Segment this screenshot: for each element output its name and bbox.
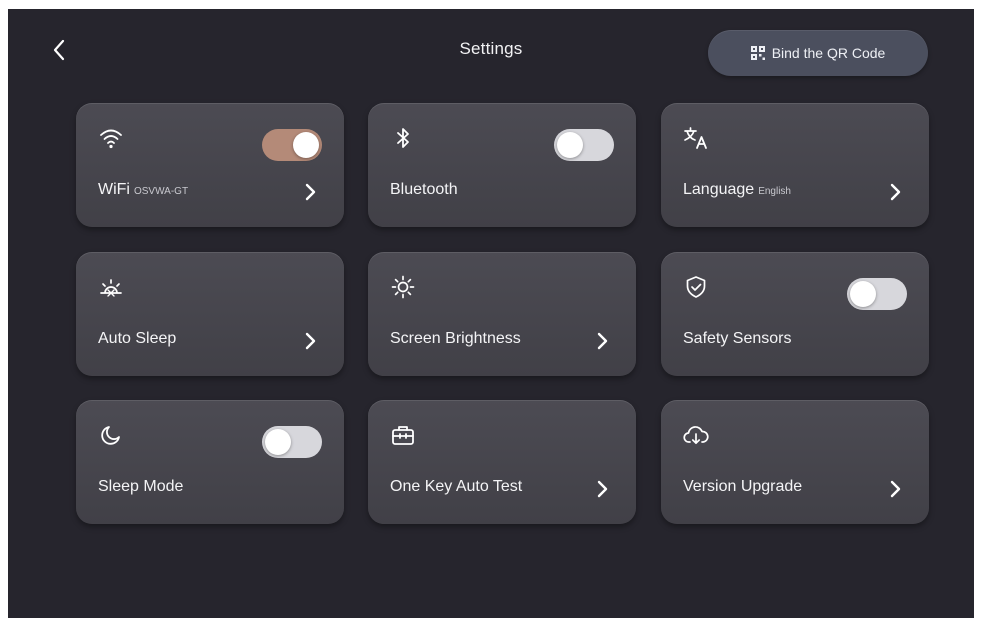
toggle-knob (265, 429, 291, 455)
wifi-network-name: OSVWA-GT (133, 186, 189, 197)
sleep-mode-toggle[interactable] (262, 426, 322, 458)
chevron-right-icon (302, 179, 318, 205)
translate-icon (683, 125, 709, 151)
card-wifi[interactable]: WiFi OSVWA-GT (76, 103, 344, 227)
brightness-icon (390, 274, 416, 300)
moon-icon (98, 422, 124, 448)
chevron-right-icon (302, 328, 318, 354)
card-language[interactable]: Language English (661, 103, 929, 227)
wifi-toggle[interactable] (262, 129, 322, 161)
card-auto-sleep[interactable]: Auto Sleep (76, 252, 344, 376)
chevron-right-icon (594, 328, 610, 354)
card-one-key-auto-test[interactable]: One Key Auto Test (368, 400, 636, 524)
chevron-right-icon (594, 476, 610, 502)
language-value: English (758, 186, 791, 197)
auto-sleep-label: Auto Sleep (98, 330, 177, 347)
sleep-mode-label: Sleep Mode (98, 478, 184, 495)
card-bluetooth[interactable]: Bluetooth (368, 103, 636, 227)
wifi-icon (98, 125, 124, 151)
card-safety-sensors[interactable]: Safety Sensors (661, 252, 929, 376)
language-label: Language (683, 181, 755, 198)
qr-button-label: Bind the QR Code (771, 45, 886, 61)
one-key-auto-test-label: One Key Auto Test (390, 478, 523, 495)
card-screen-brightness[interactable]: Screen Brightness (368, 252, 636, 376)
qr-code-icon (750, 46, 765, 60)
shield-check-icon (683, 274, 709, 300)
auto-sleep-icon (98, 274, 124, 300)
toggle-knob (557, 132, 583, 158)
card-version-upgrade[interactable]: Version Upgrade (661, 400, 929, 524)
chevron-right-icon (887, 179, 903, 205)
cloud-download-icon (683, 422, 709, 448)
bind-qr-code-button[interactable]: Bind the QR Code (708, 30, 928, 76)
version-upgrade-label: Version Upgrade (683, 478, 803, 495)
wifi-label: WiFi (98, 181, 130, 198)
settings-screen: Settings Bind the QR Code WiFiOSVWA-GT (8, 9, 974, 618)
bluetooth-label: Bluetooth (390, 181, 458, 198)
toggle-knob (293, 132, 319, 158)
safety-sensors-label: Safety Sensors (683, 330, 792, 347)
toolbox-icon (390, 422, 416, 448)
toggle-knob (850, 281, 876, 307)
card-sleep-mode[interactable]: Sleep Mode (76, 400, 344, 524)
screen-brightness-label: Screen Brightness (390, 330, 521, 347)
chevron-right-icon (887, 476, 903, 502)
bluetooth-toggle[interactable] (554, 129, 614, 161)
safety-sensors-toggle[interactable] (847, 278, 907, 310)
bluetooth-icon (390, 125, 416, 151)
